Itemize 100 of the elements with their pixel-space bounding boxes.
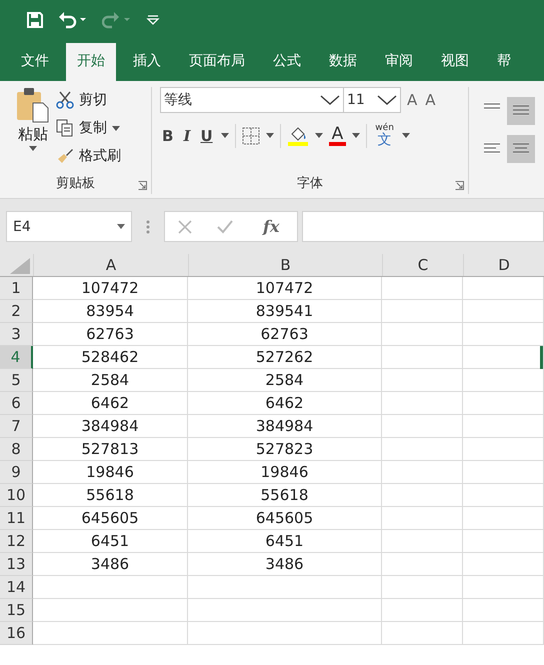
table-cell: 107472 [33, 277, 188, 300]
table-cell: 3486 [33, 553, 188, 576]
clipboard-icon [16, 87, 50, 123]
table-cell: 62763 [188, 323, 382, 346]
row-header[interactable]: 13 [0, 553, 33, 576]
dropdown-caret-icon[interactable] [220, 133, 229, 138]
table-cell: 528462 [33, 346, 188, 369]
cut-button[interactable]: 剪切 [54, 87, 123, 113]
table-cell: 384984 [188, 415, 382, 438]
row-header[interactable]: 7 [0, 415, 33, 438]
ribbon-tab[interactable]: 数据 [318, 43, 368, 81]
table-cell: 55618 [188, 484, 382, 507]
table-cell: 6451 [33, 530, 188, 553]
group-label: 剪贴板 [56, 175, 95, 192]
table-cell: 527823 [188, 438, 382, 461]
copy-button[interactable]: 复制 [54, 115, 123, 141]
table-cell: 6462 [33, 392, 188, 415]
dropdown-caret-icon[interactable] [402, 133, 410, 138]
row-header[interactable]: 4 [0, 346, 33, 369]
row-header[interactable]: 5 [0, 369, 33, 392]
table-cell: 6462 [188, 392, 382, 415]
table-cell: 384984 [33, 415, 188, 438]
row-header[interactable]: 14 [0, 576, 33, 599]
row-header[interactable]: 6 [0, 392, 33, 415]
dialog-launcher-icon[interactable] [455, 181, 464, 190]
customize-dropdown-icon[interactable] [146, 13, 160, 27]
triangle-icon [10, 258, 30, 274]
increase-font-size-button[interactable]: A [405, 91, 420, 109]
fill-color-icon[interactable] [286, 126, 309, 146]
table-cell: 6451 [188, 530, 382, 553]
row-header[interactable]: 12 [0, 530, 33, 553]
group-label: 字体 [297, 175, 323, 192]
dropdown-caret-icon[interactable] [266, 133, 274, 138]
ribbon-tab[interactable]: 帮 [486, 43, 522, 81]
row-header[interactable]: 15 [0, 599, 33, 622]
brush-icon [56, 147, 74, 165]
table-cell: 527262 [188, 346, 382, 369]
table-cell: 645605 [33, 507, 188, 530]
borders-icon[interactable] [242, 126, 260, 144]
italic-button[interactable]: I [181, 126, 192, 144]
insert-function-button[interactable]: fx [256, 216, 286, 237]
dropdown-caret-icon[interactable] [352, 133, 360, 138]
dropdown-caret-icon[interactable] [314, 133, 323, 138]
font-color-button[interactable]: A [328, 126, 346, 146]
table-cell: 645605 [188, 507, 382, 530]
format-painter-button[interactable]: 格式刷 [54, 143, 123, 169]
grip-icon [146, 220, 150, 234]
undo-icon[interactable] [58, 11, 88, 29]
ribbon-tab[interactable]: 视图 [430, 43, 480, 81]
ribbon-tab[interactable]: 公式 [262, 43, 312, 81]
chevron-down-icon [377, 95, 397, 105]
copy-icon [56, 119, 74, 137]
paste-button[interactable]: 粘贴 [0, 87, 54, 172]
ribbon-tab[interactable]: 页面布局 [178, 43, 256, 81]
table-cell: 2584 [188, 369, 382, 392]
dialog-launcher-icon[interactable] [138, 181, 147, 190]
table-cell: 2584 [33, 369, 188, 392]
dropdown-caret-icon [29, 146, 37, 151]
name-box[interactable]: E4 [6, 211, 132, 242]
table-cell: 55618 [33, 484, 188, 507]
ribbon-tab[interactable]: 插入 [122, 43, 172, 81]
selected-cell-border [540, 346, 543, 369]
table-cell: 19846 [188, 461, 382, 484]
table-cell: 83954 [33, 300, 188, 323]
scissors-icon [56, 91, 74, 109]
row-header[interactable]: 10 [0, 484, 33, 507]
ribbon-tab[interactable]: 审阅 [374, 43, 424, 81]
dropdown-caret-icon [112, 126, 120, 130]
table-cell: 19846 [33, 461, 188, 484]
row-header[interactable]: 11 [0, 507, 33, 530]
table-cell: 527813 [33, 438, 188, 461]
ribbon-tab[interactable]: 开始 [66, 43, 116, 81]
font-size-field[interactable]: 11 [343, 87, 401, 113]
chevron-down-icon [320, 95, 340, 105]
underline-button[interactable]: U [198, 126, 215, 144]
column-header[interactable]: B [188, 254, 382, 276]
checkmark-icon[interactable] [216, 218, 234, 234]
row-header[interactable]: 9 [0, 461, 33, 484]
table-cell: 62763 [33, 323, 188, 346]
row-header[interactable]: 2 [0, 300, 33, 323]
table-cell: 839541 [188, 300, 382, 323]
decrease-font-size-button[interactable]: A [423, 91, 438, 109]
dropdown-caret-icon [117, 224, 125, 229]
save-icon[interactable] [26, 11, 44, 29]
table-cell: 3486 [188, 553, 382, 576]
phonetic-guide-button[interactable]: wén 文 [373, 123, 396, 148]
row-header[interactable]: 1 [0, 277, 33, 300]
column-header[interactable]: A [33, 254, 188, 276]
table-cell: 107472 [188, 277, 382, 300]
row-header[interactable]: 16 [0, 622, 33, 645]
column-header[interactable]: D [463, 254, 544, 276]
row-header[interactable]: 3 [0, 323, 33, 346]
column-header[interactable]: C [382, 254, 463, 276]
row-header[interactable]: 8 [0, 438, 33, 461]
align-middle-icon[interactable] [507, 97, 535, 125]
formula-field[interactable] [302, 211, 544, 242]
font-family-field[interactable]: 等线 [160, 87, 344, 113]
ribbon-tab[interactable]: 文件 [10, 43, 60, 81]
bold-button[interactable]: B [160, 126, 176, 144]
align-center-icon[interactable] [507, 135, 535, 163]
